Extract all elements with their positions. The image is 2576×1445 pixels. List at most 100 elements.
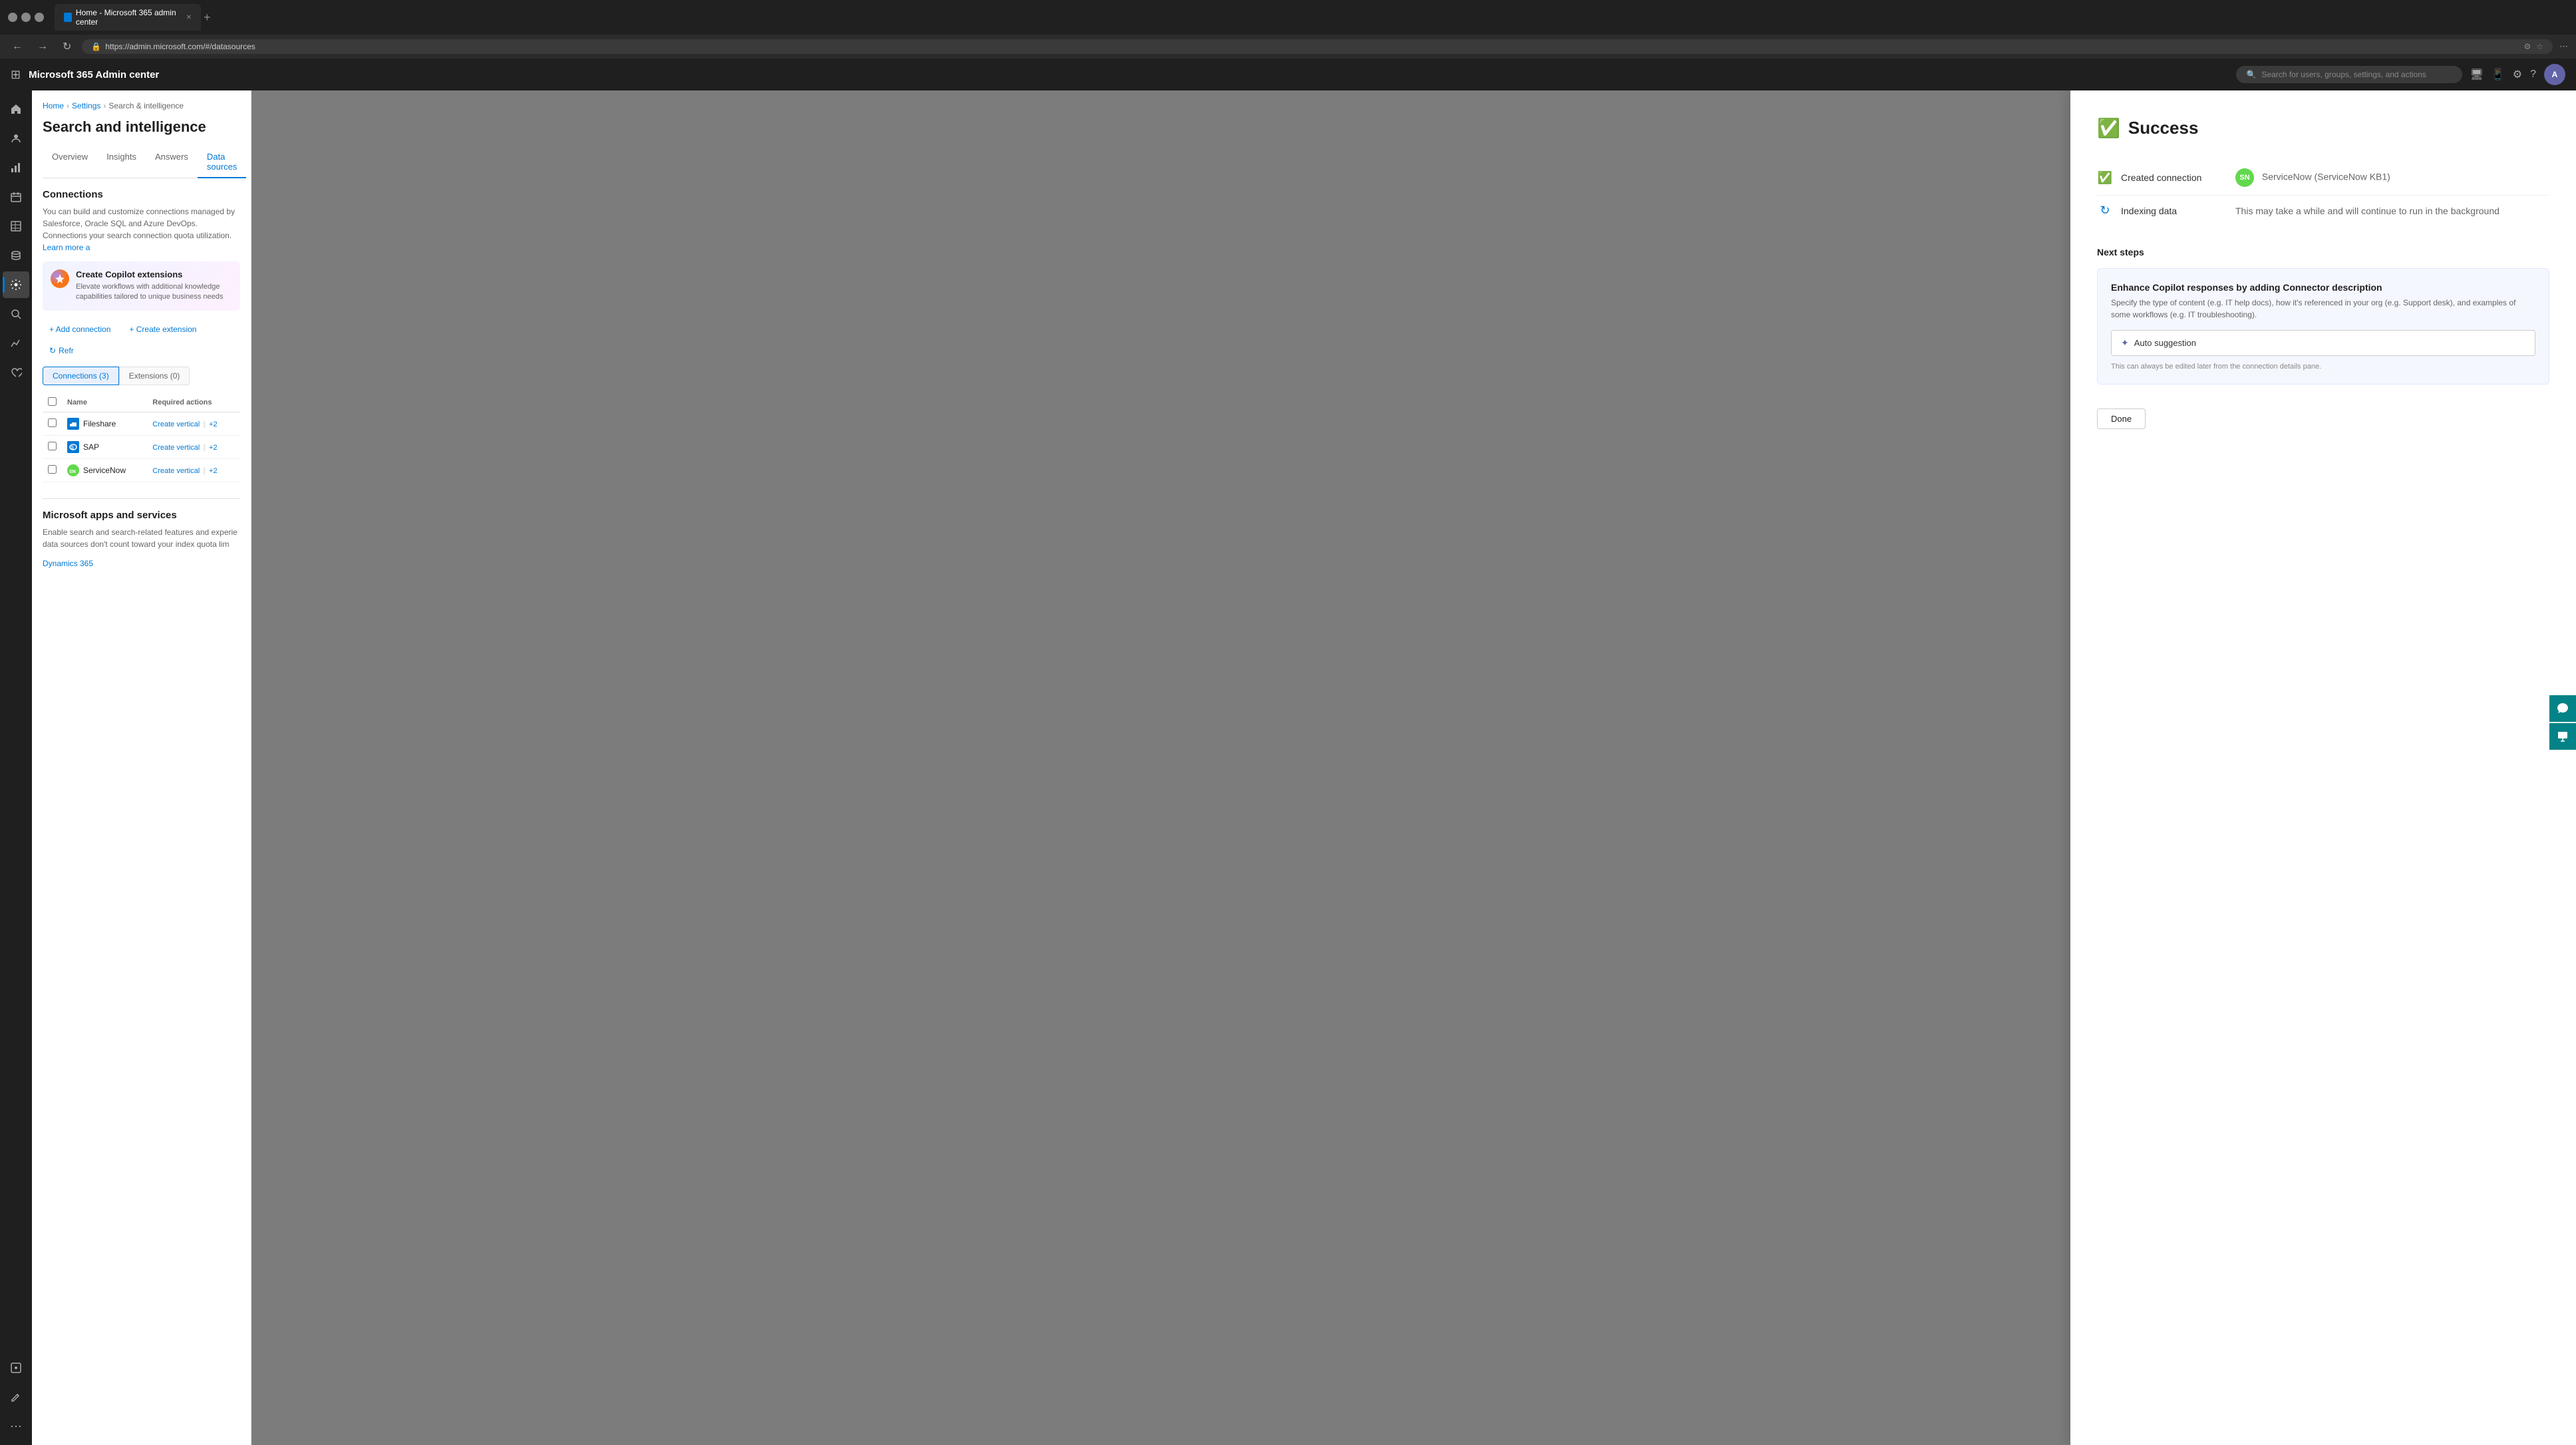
- sub-tabs: Connections (3) Extensions (0): [43, 367, 240, 385]
- sub-tab-connections[interactable]: Connections (3): [43, 367, 119, 385]
- sidebar-item-table[interactable]: [3, 213, 29, 240]
- fileshare-icon: [67, 418, 79, 430]
- back-button[interactable]: ←: [8, 39, 27, 54]
- forward-button[interactable]: →: [33, 39, 52, 54]
- sub-tab-extensions[interactable]: Extensions (0): [119, 367, 190, 385]
- progress-value-connection: SN ServiceNow (ServiceNow KB1): [2235, 168, 2390, 187]
- new-tab-button[interactable]: +: [204, 11, 211, 25]
- page-title: Search and intelligence: [43, 118, 240, 136]
- next-steps-label: Next steps: [2097, 247, 2549, 257]
- browser-chrome: Home - Microsoft 365 admin center ✕ +: [0, 0, 2576, 35]
- mobile-icon[interactable]: 📱: [2492, 68, 2505, 81]
- connections-title: Connections: [43, 189, 240, 200]
- copilot-banner: Create Copilot extensions Elevate workfl…: [43, 261, 240, 311]
- edit-note: This can always be edited later from the…: [2111, 363, 2535, 371]
- sidebar-item-users[interactable]: [3, 125, 29, 152]
- row-checkbox[interactable]: [48, 442, 57, 450]
- sidebar-item-edit[interactable]: [3, 1384, 29, 1410]
- help-icon[interactable]: ?: [2530, 69, 2536, 80]
- copilot-banner-desc: Elevate workflows with additional knowle…: [76, 282, 232, 303]
- refresh-icon: ↻: [49, 346, 56, 355]
- progress-list: ✅ Created connection SN ServiceNow (Serv…: [2097, 160, 2549, 226]
- progress-label-indexing: Indexing data: [2121, 206, 2227, 216]
- browser-tab-active[interactable]: Home - Microsoft 365 admin center ✕: [55, 4, 201, 31]
- refresh-button[interactable]: ↻: [59, 39, 75, 55]
- dynamics-365-link[interactable]: Dynamics 365: [43, 559, 93, 568]
- tab-answers[interactable]: Answers: [146, 146, 198, 178]
- create-extension-button[interactable]: + Create extension: [122, 321, 203, 337]
- breadcrumb-settings[interactable]: Settings: [72, 101, 100, 110]
- sidebar-item-more[interactable]: ⋯: [3, 1413, 29, 1440]
- sidebar-item-settings[interactable]: [3, 271, 29, 298]
- table-row: SN ServiceNow Create vertical | +2: [43, 458, 240, 482]
- enhance-desc: Specify the type of content (e.g. IT hel…: [2111, 297, 2535, 321]
- extensions-icon: ⚙: [2523, 42, 2531, 51]
- sidebar-item-database[interactable]: [3, 242, 29, 269]
- tab-data-sources[interactable]: Data sources: [198, 146, 247, 178]
- breadcrumb-sep-2: ›: [103, 101, 106, 110]
- servicenow-logo: SN: [2235, 168, 2254, 187]
- close-window-button[interactable]: [35, 13, 44, 22]
- more-actions-1[interactable]: +2: [209, 444, 218, 452]
- more-actions-2[interactable]: +2: [209, 467, 218, 475]
- progress-done-icon: ✅: [2097, 171, 2113, 185]
- auto-suggestion-icon: ✦: [2121, 337, 2129, 349]
- address-bar[interactable]: 🔒 https://admin.microsoft.com/#/datasour…: [82, 39, 2553, 54]
- user-avatar[interactable]: A: [2544, 64, 2565, 85]
- sidebar: ⋯: [0, 90, 32, 1445]
- sidebar-item-extensions[interactable]: [3, 1355, 29, 1381]
- row-name: SAP: [83, 442, 99, 452]
- global-search-bar[interactable]: 🔍 Search for users, groups, settings, an…: [2236, 66, 2462, 83]
- sidebar-item-graph[interactable]: [3, 330, 29, 357]
- create-vertical-link-2[interactable]: Create vertical: [152, 467, 200, 475]
- create-vertical-link-0[interactable]: Create vertical: [152, 420, 200, 428]
- tab-favicon: [64, 13, 72, 22]
- row-name-cell: S SAP: [62, 435, 147, 458]
- row-action-cell: Create vertical | +2: [147, 412, 240, 435]
- tab-overview[interactable]: Overview: [43, 146, 97, 178]
- row-action-cell: Create vertical | +2: [147, 435, 240, 458]
- app-grid-icon[interactable]: ⊞: [11, 68, 21, 82]
- sidebar-item-calendar[interactable]: [3, 184, 29, 210]
- refresh-button[interactable]: ↻ Refr: [43, 343, 80, 359]
- sidebar-item-search[interactable]: [3, 301, 29, 327]
- main-tabs: Overview Insights Answers Data sources: [43, 146, 240, 178]
- search-placeholder: Search for users, groups, settings, and …: [2261, 70, 2426, 79]
- modal-panel: ✅ Success ✅ Created connection SN Servic…: [2070, 90, 2576, 1445]
- row-checkbox[interactable]: [48, 418, 57, 427]
- browser-menu-icon[interactable]: ⋯: [2559, 41, 2568, 52]
- address-bar-row: ← → ↻ 🔒 https://admin.microsoft.com/#/da…: [0, 35, 2576, 59]
- minimize-button[interactable]: [8, 13, 17, 22]
- more-actions-0[interactable]: +2: [209, 420, 218, 428]
- auto-suggestion-box[interactable]: ✦ Auto suggestion: [2111, 330, 2535, 356]
- floating-feedback-button[interactable]: [2549, 723, 2576, 750]
- progress-item-connection: ✅ Created connection SN ServiceNow (Serv…: [2097, 160, 2549, 196]
- maximize-button[interactable]: [21, 13, 31, 22]
- tab-close-button[interactable]: ✕: [186, 14, 192, 21]
- select-all-checkbox[interactable]: [48, 397, 57, 406]
- top-nav-icons: 🖥 📱 ⚙ ? A: [2470, 64, 2565, 85]
- row-name: Fileshare: [83, 419, 116, 428]
- sidebar-item-home[interactable]: [3, 96, 29, 122]
- sidebar-item-heart[interactable]: [3, 359, 29, 386]
- copilot-icon: [51, 269, 69, 288]
- table-header-name: Name: [62, 393, 147, 412]
- dim-overlay: [251, 90, 2070, 1445]
- monitor-icon[interactable]: 🖥: [2470, 68, 2484, 81]
- copilot-banner-title: Create Copilot extensions: [76, 269, 232, 279]
- floating-chat-button[interactable]: [2549, 695, 2576, 722]
- row-checkbox[interactable]: [48, 465, 57, 474]
- settings-icon[interactable]: ⚙: [2513, 68, 2522, 81]
- create-vertical-link-1[interactable]: Create vertical: [152, 444, 200, 452]
- breadcrumb-sep-1: ›: [67, 101, 69, 110]
- app-layout: ⊞ Microsoft 365 Admin center 🔍 Search fo…: [0, 59, 2576, 1445]
- tab-insights[interactable]: Insights: [97, 146, 146, 178]
- done-button[interactable]: Done: [2097, 408, 2146, 429]
- progress-value-indexing: This may take a while and will continue …: [2235, 206, 2499, 216]
- learn-more-link[interactable]: Learn more a: [43, 243, 90, 252]
- breadcrumb-home[interactable]: Home: [43, 101, 64, 110]
- floating-buttons: [2549, 695, 2576, 750]
- add-connection-button[interactable]: + Add connection: [43, 321, 117, 337]
- ms-apps-section: Microsoft apps and services Enable searc…: [43, 498, 240, 568]
- sidebar-item-analytics[interactable]: [3, 154, 29, 181]
